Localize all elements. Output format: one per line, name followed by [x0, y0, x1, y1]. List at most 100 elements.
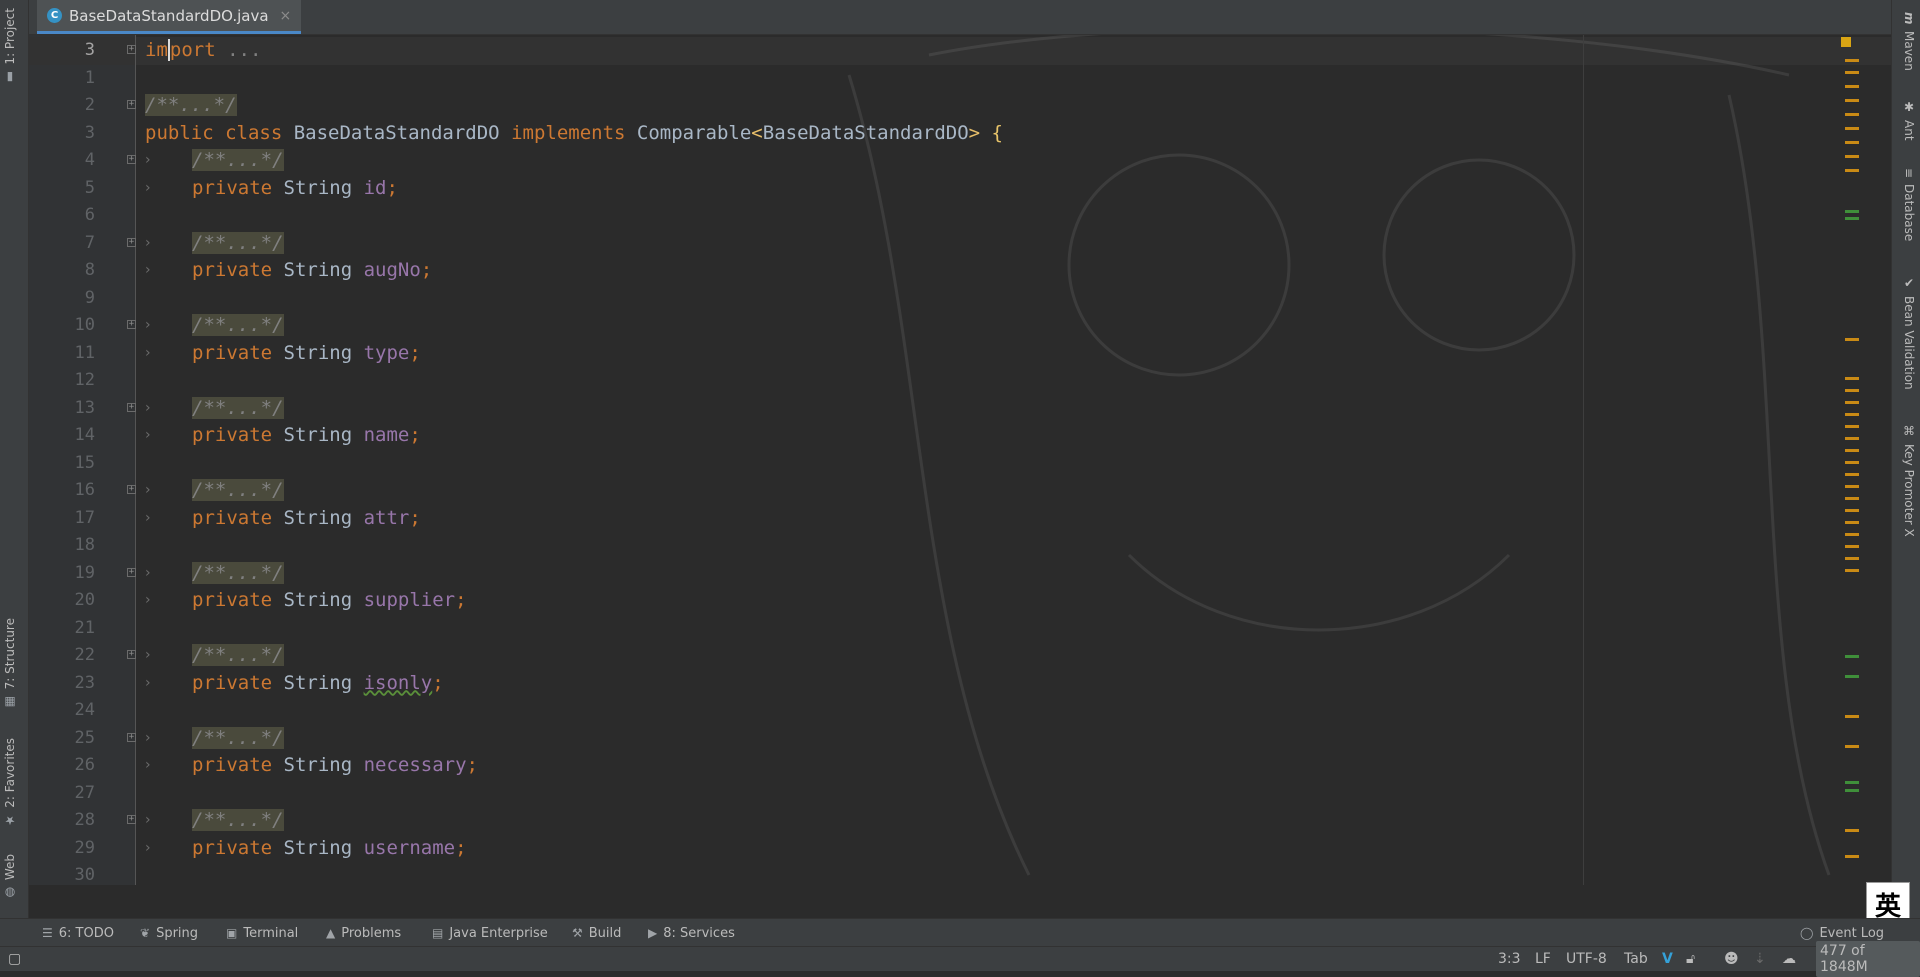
code-line[interactable]: 19 + › /**...*/: [29, 560, 1891, 588]
tool-tab-web[interactable]: ◍ Web: [3, 854, 17, 900]
code-text[interactable]: /**...*/: [192, 395, 284, 423]
code-line[interactable]: 5 › private String id;: [29, 175, 1891, 203]
chevron-right-icon[interactable]: ›: [145, 257, 151, 285]
chevron-right-icon[interactable]: ›: [145, 312, 151, 340]
code-line[interactable]: 15: [29, 450, 1891, 478]
code-text[interactable]: /**...*/: [192, 725, 284, 753]
code-text[interactable]: im port ...: [145, 37, 261, 65]
stripe-marker[interactable]: [1845, 509, 1859, 512]
toggle-tool-windows-icon[interactable]: ▢: [8, 947, 21, 971]
line-number[interactable]: 24: [29, 697, 95, 725]
vim-icon[interactable]: V: [1662, 947, 1673, 971]
stripe-marker[interactable]: [1845, 425, 1859, 428]
fold-toggle-icon[interactable]: +: [127, 650, 136, 659]
line-number[interactable]: 22: [29, 642, 95, 670]
line-number[interactable]: 10: [29, 312, 95, 340]
tool-problems[interactable]: ▲ Problems: [326, 919, 401, 947]
chevron-right-icon[interactable]: ›: [145, 725, 151, 753]
code-text[interactable]: /**...*/: [192, 147, 284, 175]
line-number[interactable]: 8: [29, 257, 95, 285]
code-text[interactable]: private String augNo;: [192, 257, 432, 285]
code-text[interactable]: private String necessary;: [192, 752, 478, 780]
code-line[interactable]: 6: [29, 202, 1891, 230]
code-line[interactable]: 26 › private String necessary;: [29, 752, 1891, 780]
tool-spring[interactable]: ❦ Spring: [140, 919, 198, 947]
line-number[interactable]: 3: [29, 120, 95, 148]
stripe-marker[interactable]: [1845, 155, 1859, 158]
lock-icon[interactable]: 🔓︎: [1686, 947, 1695, 971]
line-number[interactable]: 11: [29, 340, 95, 368]
fold-toggle-icon[interactable]: +: [127, 320, 136, 329]
fold-toggle-icon[interactable]: +: [127, 732, 136, 742]
code-text[interactable]: /**...*/: [192, 642, 284, 670]
chevron-right-icon[interactable]: ›: [145, 505, 151, 533]
notification-icon[interactable]: ☁: [1782, 947, 1796, 971]
inspector-icon[interactable]: ☻: [1724, 947, 1739, 971]
line-number[interactable]: 3: [29, 37, 95, 65]
line-number[interactable]: 13: [29, 395, 95, 423]
code-line[interactable]: 10 + › /**...*/: [29, 312, 1891, 340]
code-line[interactable]: 27: [29, 780, 1891, 808]
stripe-marker[interactable]: [1845, 855, 1859, 858]
fold-toggle-icon[interactable]: +: [127, 485, 136, 494]
line-number[interactable]: 17: [29, 505, 95, 533]
line-number[interactable]: 16: [29, 477, 95, 505]
line-number[interactable]: 20: [29, 587, 95, 615]
code-text[interactable]: /**...*/: [145, 92, 237, 120]
stripe-marker[interactable]: [1845, 437, 1859, 440]
code-line[interactable]: 2 + /**...*/: [29, 92, 1891, 120]
code-line[interactable]: 17 › private String attr;: [29, 505, 1891, 533]
code-line[interactable]: 7 + › /**...*/: [29, 230, 1891, 258]
chevron-right-icon[interactable]: ›: [145, 230, 151, 258]
tool-services[interactable]: ▶ 8: Services: [648, 919, 735, 947]
line-number[interactable]: 6: [29, 202, 95, 230]
stripe-marker[interactable]: [1845, 497, 1859, 500]
line-number[interactable]: 5: [29, 175, 95, 203]
fold-toggle-icon[interactable]: +: [127, 100, 136, 109]
code-line[interactable]: 30: [29, 862, 1891, 885]
stripe-marker[interactable]: [1845, 59, 1859, 62]
fold-toggle-icon[interactable]: +: [127, 815, 136, 824]
chevron-right-icon[interactable]: ›: [145, 395, 151, 423]
fold-toggle-icon[interactable]: +: [127, 567, 136, 577]
line-number[interactable]: 18: [29, 532, 95, 560]
code-line[interactable]: 25 + › /**...*/: [29, 725, 1891, 753]
code-line[interactable]: 22 + › /**...*/: [29, 642, 1891, 670]
stripe-marker[interactable]: [1845, 675, 1859, 678]
stripe-marker[interactable]: [1845, 217, 1859, 220]
code-line[interactable]: 13 + › /**...*/: [29, 395, 1891, 423]
stripe-marker[interactable]: [1845, 557, 1859, 560]
line-number[interactable]: 1: [29, 65, 95, 93]
stripe-marker[interactable]: [1845, 545, 1859, 548]
code-line[interactable]: 4 + › /**...*/: [29, 147, 1891, 175]
stripe-marker[interactable]: [1845, 71, 1859, 74]
inspection-status-icon[interactable]: [1841, 37, 1851, 47]
line-number[interactable]: 25: [29, 725, 95, 753]
stripe-marker[interactable]: [1845, 127, 1859, 130]
tool-tab-bean-validation[interactable]: ✔ Bean Validation: [1902, 276, 1916, 390]
line-number[interactable]: 19: [29, 560, 95, 588]
code-text[interactable]: private String isonly;: [192, 670, 444, 698]
line-separator[interactable]: LF: [1535, 947, 1551, 971]
line-number[interactable]: 9: [29, 285, 95, 313]
code-line[interactable]: 3 public class BaseDataStandardDO impleme…: [29, 120, 1891, 148]
chevron-right-icon[interactable]: ›: [145, 752, 151, 780]
code-line[interactable]: 21: [29, 615, 1891, 643]
chevron-right-icon[interactable]: ›: [145, 670, 151, 698]
chevron-right-icon[interactable]: ›: [145, 807, 151, 835]
editor-tab[interactable]: C BaseDataStandardDO.java ×: [37, 0, 302, 34]
stripe-marker[interactable]: [1845, 389, 1859, 392]
code-line[interactable]: 12: [29, 367, 1891, 395]
code-line[interactable]: 20 › private String supplier;: [29, 587, 1891, 615]
stripe-marker[interactable]: [1845, 401, 1859, 404]
code-line[interactable]: 23 › private String isonly;: [29, 670, 1891, 698]
code-text[interactable]: private String name;: [192, 422, 421, 450]
line-number[interactable]: 15: [29, 450, 95, 478]
chevron-right-icon[interactable]: ›: [145, 587, 151, 615]
code-line[interactable]: 1: [29, 65, 1891, 93]
code-line[interactable]: 18: [29, 532, 1891, 560]
fold-toggle-icon[interactable]: +: [127, 155, 136, 164]
code-line[interactable]: 28 + › /**...*/: [29, 807, 1891, 835]
code-text[interactable]: private String type;: [192, 340, 421, 368]
stripe-marker[interactable]: [1845, 413, 1859, 416]
